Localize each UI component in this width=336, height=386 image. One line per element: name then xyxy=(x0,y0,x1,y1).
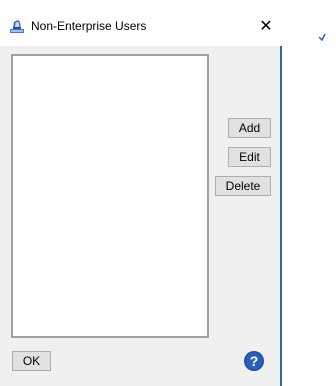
ok-button[interactable]: OK xyxy=(12,351,51,371)
title-bar[interactable]: Non-Enterprise Users ✕ xyxy=(0,0,282,46)
dialog-title: Non-Enterprise Users xyxy=(31,19,147,33)
users-list[interactable] xyxy=(11,54,209,338)
close-button[interactable]: ✕ xyxy=(250,14,282,40)
help-icon[interactable]: ? xyxy=(243,350,265,372)
add-button[interactable]: Add xyxy=(228,118,271,138)
background-window-edge-mark xyxy=(318,28,326,42)
delete-button[interactable]: Delete xyxy=(215,176,271,196)
edit-button[interactable]: Edit xyxy=(228,147,271,167)
non-enterprise-users-dialog: Non-Enterprise Users ✕ Add Edit Delete O… xyxy=(0,0,282,386)
users-dialog-icon xyxy=(9,18,25,34)
svg-text:?: ? xyxy=(250,353,259,369)
close-icon: ✕ xyxy=(259,18,273,35)
